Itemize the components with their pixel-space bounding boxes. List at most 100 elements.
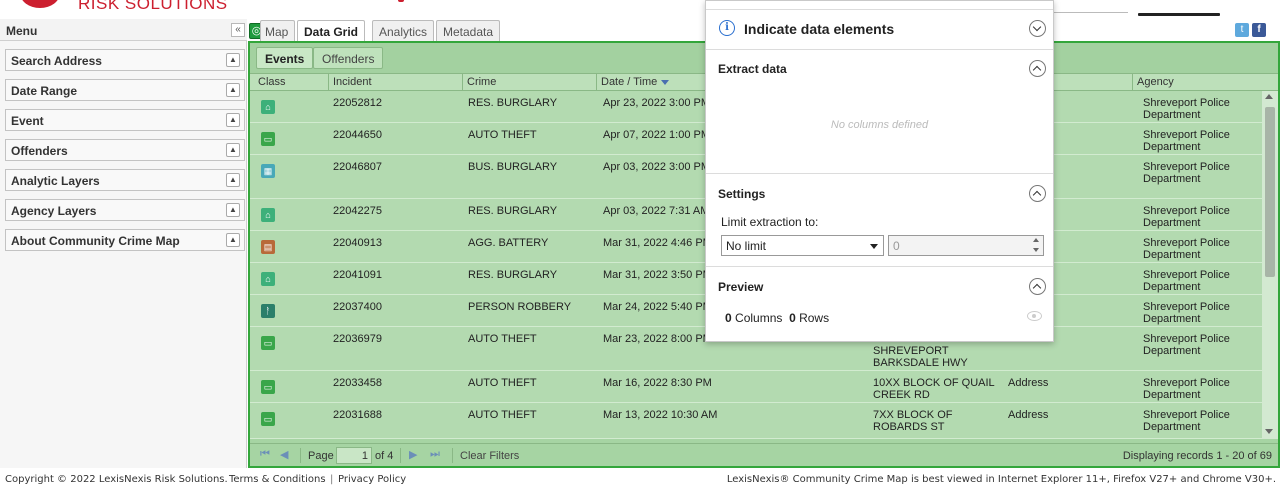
column-divider[interactable] xyxy=(596,74,597,92)
expand-arrow-icon[interactable]: ▲ xyxy=(226,203,240,217)
spin-up-icon[interactable] xyxy=(1033,238,1039,242)
table-row[interactable]: ▭ 22033458 AUTO THEFT Mar 16, 2022 8:30 … xyxy=(250,371,1262,403)
expand-arrow-icon[interactable]: ▲ xyxy=(226,113,240,127)
expand-arrow-icon[interactable]: ▲ xyxy=(226,233,240,247)
scroll-down-icon[interactable] xyxy=(1265,429,1273,434)
menu-item-date-range[interactable]: Date Range ▲ xyxy=(5,79,245,101)
next-page-icon[interactable]: ▶ xyxy=(409,448,417,461)
page-label: Page xyxy=(308,450,334,462)
copyright-text: Copyright © 2022 LexisNexis Risk Solutio… xyxy=(5,474,228,485)
expand-arrow-icon[interactable]: ▲ xyxy=(226,173,240,187)
menu-item-agency-layers[interactable]: Agency Layers ▲ xyxy=(5,199,245,221)
agency-line-1: Shreveport Police xyxy=(1143,205,1230,217)
limit-select[interactable]: No limit xyxy=(721,235,884,256)
agency-line-2: Department xyxy=(1143,249,1201,261)
agency-cell: Shreveport Police Department xyxy=(1143,129,1230,153)
incident-cell: 22052812 xyxy=(333,97,382,109)
settings-heading: Settings xyxy=(718,187,766,201)
crime-cell: AGG. BATTERY xyxy=(468,237,549,249)
tab-map[interactable]: Map xyxy=(260,20,296,41)
first-page-icon[interactable]: ⏮ xyxy=(260,448,270,461)
panel-title: Indicate data elements xyxy=(744,21,895,37)
expand-arrow-icon[interactable]: ▲ xyxy=(226,53,240,67)
agency-line-1: Shreveport Police xyxy=(1143,269,1230,281)
column-header-class[interactable]: Class xyxy=(258,76,286,88)
datetime-cell: Apr 23, 2022 3:00 PM xyxy=(603,97,711,109)
res-burglary-icon: ⌂ xyxy=(261,208,275,222)
crime-cell: RES. BURGLARY xyxy=(468,205,558,217)
dropdown-arrow-icon xyxy=(870,244,878,249)
page-number-input[interactable] xyxy=(336,447,372,464)
datetime-cell: Mar 13, 2022 10:30 AM xyxy=(603,409,718,421)
settings-toggle-button[interactable] xyxy=(1029,185,1046,202)
limit-number-input[interactable]: 0 xyxy=(888,235,1044,256)
clear-filters-button[interactable]: Clear Filters xyxy=(460,450,519,462)
facebook-icon[interactable]: f xyxy=(1252,23,1266,37)
crime-cell: BUS. BURGLARY xyxy=(468,161,558,173)
crime-cell: RES. BURGLARY xyxy=(468,269,558,281)
panel-divider xyxy=(706,266,1053,267)
subtab-events[interactable]: Events xyxy=(256,47,314,69)
chevron-up-icon xyxy=(1032,65,1042,75)
prev-page-icon[interactable]: ◀ xyxy=(280,448,288,461)
agency-line-2: Department xyxy=(1143,313,1201,325)
column-divider[interactable] xyxy=(462,74,463,92)
auto-theft-icon: ▭ xyxy=(261,412,275,426)
column-header-crime[interactable]: Crime xyxy=(467,76,496,88)
collapse-toggle-button[interactable] xyxy=(1029,20,1046,37)
incident-cell: 22041091 xyxy=(333,269,382,281)
privacy-link[interactable]: Privacy Policy xyxy=(338,474,406,485)
scrollbar-thumb[interactable] xyxy=(1265,107,1275,277)
terms-link[interactable]: Terms & Conditions xyxy=(229,474,326,485)
agency-line-1: Shreveport Police xyxy=(1143,377,1230,389)
menu-item-about[interactable]: About Community Crime Map ▲ xyxy=(5,229,245,251)
record-count: Displaying records 1 - 20 of 69 xyxy=(1122,450,1272,462)
incident-cell: 22042275 xyxy=(333,205,382,217)
table-row[interactable]: ▭ 22031688 AUTO THEFT Mar 13, 2022 10:30… xyxy=(250,403,1262,439)
column-header-incident[interactable]: Incident xyxy=(333,76,372,88)
menu-item-event[interactable]: Event ▲ xyxy=(5,109,245,131)
spin-down-icon[interactable] xyxy=(1033,248,1039,252)
auto-theft-icon: ▭ xyxy=(261,336,275,350)
auto-theft-icon: ▭ xyxy=(261,380,275,394)
scroll-up-icon[interactable] xyxy=(1265,94,1273,99)
twitter-icon[interactable]: t xyxy=(1235,23,1249,37)
menu-item-offenders[interactable]: Offenders ▲ xyxy=(5,139,245,161)
header-button[interactable] xyxy=(1138,13,1220,16)
last-page-icon[interactable]: ⏭ xyxy=(430,448,440,461)
tab-analytics[interactable]: Analytics xyxy=(372,20,435,41)
tab-metadata[interactable]: Metadata xyxy=(436,20,501,41)
address-line-2: ROBARDS ST xyxy=(873,421,945,433)
agency-line-2: Department xyxy=(1143,217,1201,229)
incident-cell: 22044650 xyxy=(333,129,382,141)
subtab-offenders[interactable]: Offenders xyxy=(313,47,384,69)
agency-line-1: Shreveport Police xyxy=(1143,333,1230,345)
agency-line-2: Department xyxy=(1143,345,1201,357)
expand-arrow-icon[interactable]: ▲ xyxy=(226,83,240,97)
column-header-datetime[interactable]: Date / Time xyxy=(601,76,670,88)
extract-toggle-button[interactable] xyxy=(1029,60,1046,77)
header-search-field[interactable] xyxy=(1052,12,1128,13)
vertical-scrollbar[interactable] xyxy=(1262,91,1278,439)
column-divider[interactable] xyxy=(328,74,329,92)
menu-item-label: Analytic Layers xyxy=(11,174,100,188)
agency-line-2: Department xyxy=(1143,421,1201,433)
column-header-datetime-label: Date / Time xyxy=(601,76,658,88)
column-header-agency[interactable]: Agency xyxy=(1137,76,1174,88)
datetime-cell: Apr 03, 2022 7:31 AM xyxy=(603,205,710,217)
menu-item-search-address[interactable]: Search Address ▲ xyxy=(5,49,245,71)
tab-data-grid[interactable]: Data Grid xyxy=(297,20,366,41)
datetime-cell: Mar 23, 2022 8:00 PM xyxy=(603,333,712,345)
collapse-menu-button[interactable]: « xyxy=(231,23,245,37)
eye-icon[interactable] xyxy=(1027,311,1042,321)
panel-divider xyxy=(706,173,1053,174)
preview-stats: 0 Columns 0 Rows xyxy=(725,311,829,325)
address-cell: SHREVEPORT BARKSDALE HWY xyxy=(873,345,968,369)
datetime-cell: Mar 31, 2022 3:50 PM xyxy=(603,269,712,281)
menu-item-analytic-layers[interactable]: Analytic Layers ▲ xyxy=(5,169,245,191)
column-divider[interactable] xyxy=(1132,74,1133,92)
expand-arrow-icon[interactable]: ▲ xyxy=(226,143,240,157)
pager-divider xyxy=(452,448,453,463)
preview-toggle-button[interactable] xyxy=(1029,278,1046,295)
datetime-cell: Mar 24, 2022 5:40 PM xyxy=(603,301,712,313)
